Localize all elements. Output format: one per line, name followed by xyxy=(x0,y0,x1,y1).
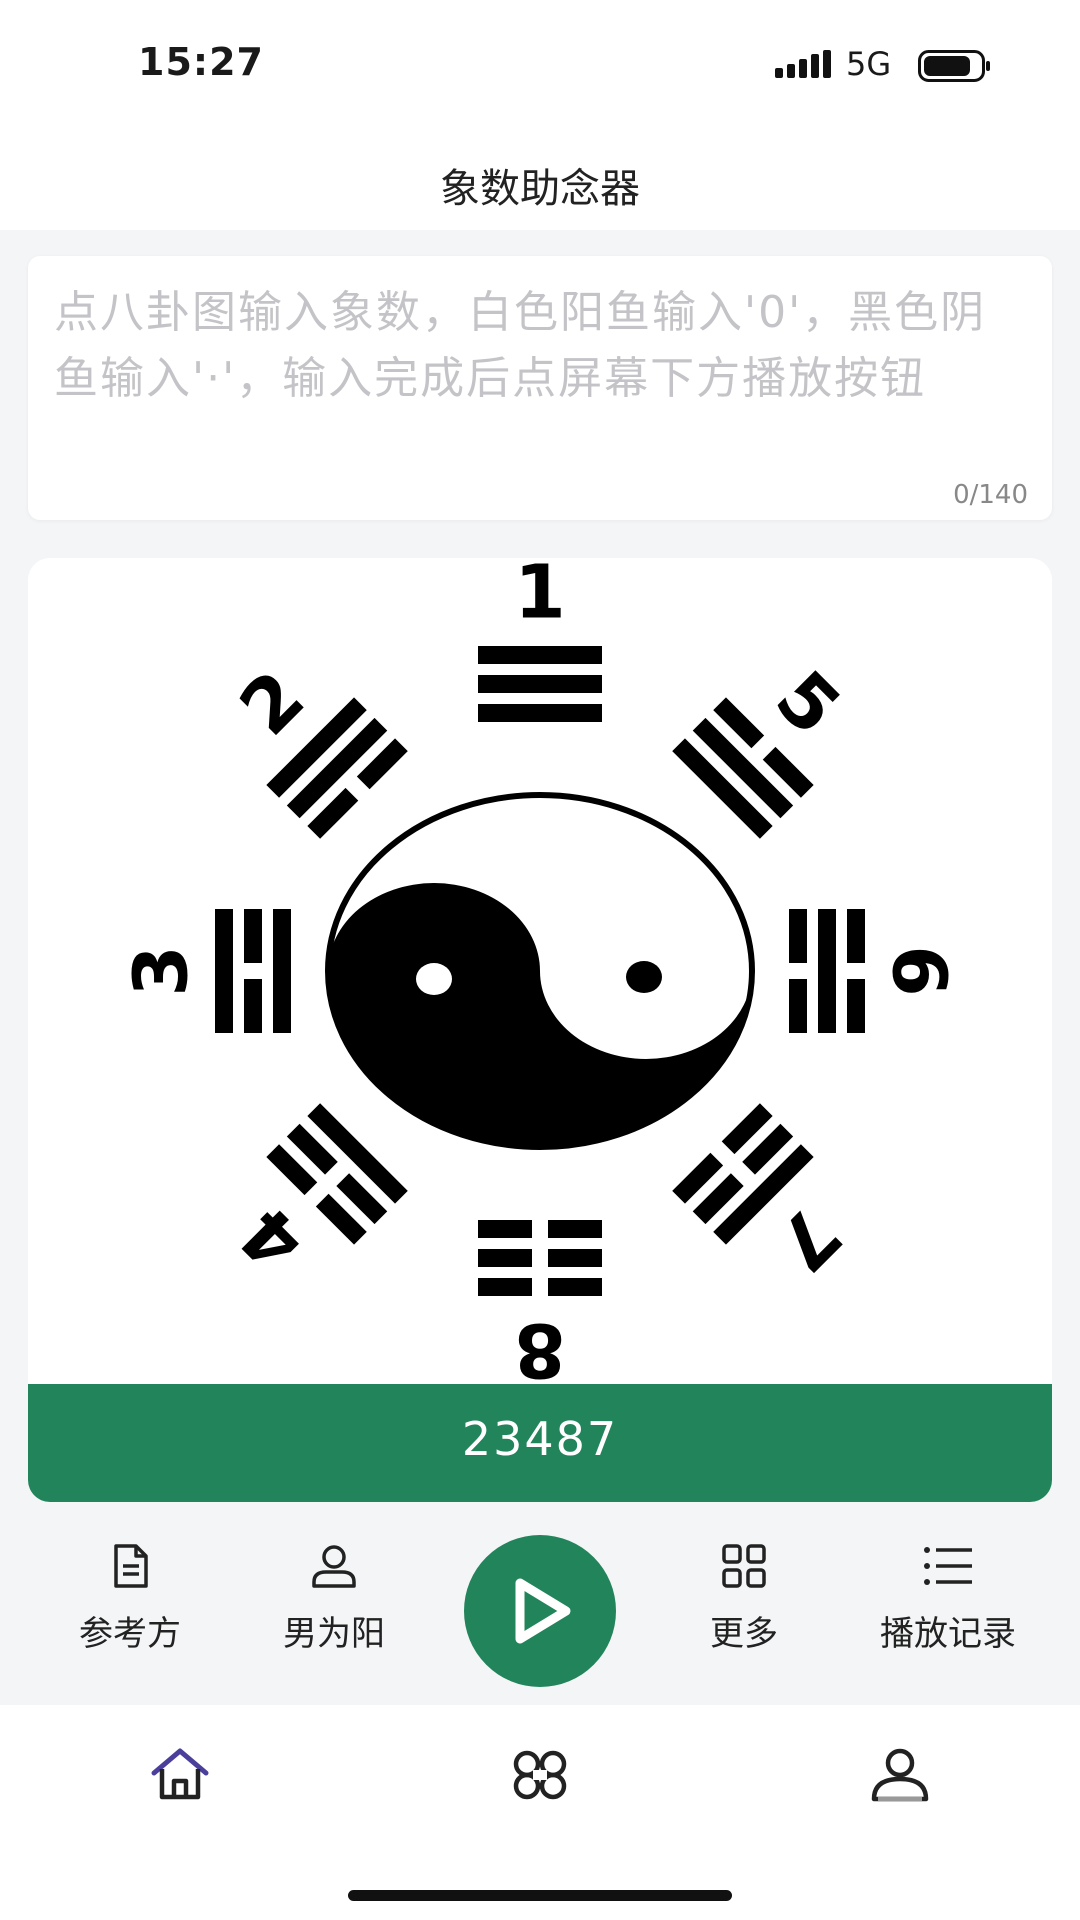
more-label: 更多 xyxy=(710,1614,778,1654)
tab-bar xyxy=(0,1705,1080,1920)
yao-broken xyxy=(478,1220,532,1238)
yao-solid xyxy=(478,675,602,693)
home-icon xyxy=(151,1748,209,1800)
trigram-number-3: 3 xyxy=(119,945,205,997)
battery-icon xyxy=(918,50,990,82)
yao-broken xyxy=(244,909,262,963)
home-indicator xyxy=(348,1890,732,1901)
person-icon xyxy=(312,1545,356,1588)
trigram-6[interactable] xyxy=(789,909,865,1033)
yao-broken xyxy=(548,1220,602,1238)
yao-broken xyxy=(244,979,262,1033)
command-icon xyxy=(513,1750,567,1800)
profile-icon xyxy=(871,1748,929,1802)
gender-yang-label: 男为阳 xyxy=(283,1614,385,1654)
grid-icon xyxy=(722,1544,766,1588)
action-toolbar: 参考方 男为阳 更多 播放记录 xyxy=(0,1530,1080,1700)
yao-broken xyxy=(789,909,807,963)
yao-broken xyxy=(478,1278,532,1296)
yao-broken xyxy=(847,979,865,1033)
bagua-panel: 1 2 3 4 5 6 7 8 23487 xyxy=(28,558,1052,1502)
signal-icon xyxy=(775,50,831,78)
document-icon xyxy=(114,1544,148,1588)
trigram-3[interactable] xyxy=(215,909,291,1033)
tab-profile[interactable] xyxy=(870,1747,930,1807)
yang-fish-eye[interactable] xyxy=(416,963,452,995)
yin-fish-eye[interactable] xyxy=(626,961,662,993)
status-time: 15:27 xyxy=(138,40,264,84)
more-button[interactable]: 更多 xyxy=(644,1530,844,1655)
trigram-8[interactable] xyxy=(478,1220,602,1296)
status-bar: 15:27 5G xyxy=(0,0,1080,130)
trigram-1[interactable] xyxy=(478,646,602,722)
number-input-field[interactable]: 点八卦图输入象数，白色阳鱼输入'0'，黑色阴鱼输入'·'，输入完成后点屏幕下方播… xyxy=(28,256,1052,520)
trigram-number-7: 7 xyxy=(759,1190,856,1287)
yao-solid xyxy=(215,909,233,1033)
yao-broken xyxy=(548,1278,602,1296)
input-placeholder: 点八卦图输入象数，白色阳鱼输入'0'，黑色阴鱼输入'·'，输入完成后点屏幕下方播… xyxy=(54,287,987,404)
list-icon xyxy=(924,1547,972,1585)
reference-label: 参考方 xyxy=(79,1614,181,1654)
yao-broken xyxy=(548,1249,602,1267)
trigram-number-2: 2 xyxy=(224,655,321,752)
yao-solid xyxy=(478,646,602,664)
tab-home[interactable] xyxy=(148,1747,212,1807)
gender-yang-button[interactable]: 男为阳 xyxy=(234,1530,434,1655)
result-value: 23487 xyxy=(461,1412,619,1466)
taiji-symbol xyxy=(325,792,755,1150)
play-history-label: 播放记录 xyxy=(880,1614,1016,1654)
reference-button[interactable]: 参考方 xyxy=(30,1530,230,1655)
play-history-button[interactable]: 播放记录 xyxy=(848,1530,1048,1655)
play-icon xyxy=(515,1578,571,1644)
char-counter: 0/140 xyxy=(953,480,1028,510)
yao-broken xyxy=(847,909,865,963)
bagua-diagram: 1 2 3 4 5 6 7 8 xyxy=(119,558,962,1384)
yao-solid xyxy=(818,909,836,1033)
trigram-number-1: 1 xyxy=(514,558,566,636)
nav-bar: 象数助念器 xyxy=(0,130,1080,230)
trigram-number-6: 6 xyxy=(875,945,961,997)
yao-broken xyxy=(789,979,807,1033)
yao-solid xyxy=(273,909,291,1033)
result-bar: 23487 xyxy=(28,1384,1052,1502)
play-button[interactable] xyxy=(464,1535,616,1687)
network-type: 5G xyxy=(846,45,892,83)
page-title: 象数助念器 xyxy=(440,166,640,212)
trigram-number-8: 8 xyxy=(514,1306,566,1384)
trigram-number-4: 4 xyxy=(224,1190,321,1287)
yao-solid xyxy=(478,704,602,722)
trigram-number-5: 5 xyxy=(759,655,856,752)
yao-broken xyxy=(478,1249,532,1267)
tab-features[interactable] xyxy=(509,1747,571,1807)
